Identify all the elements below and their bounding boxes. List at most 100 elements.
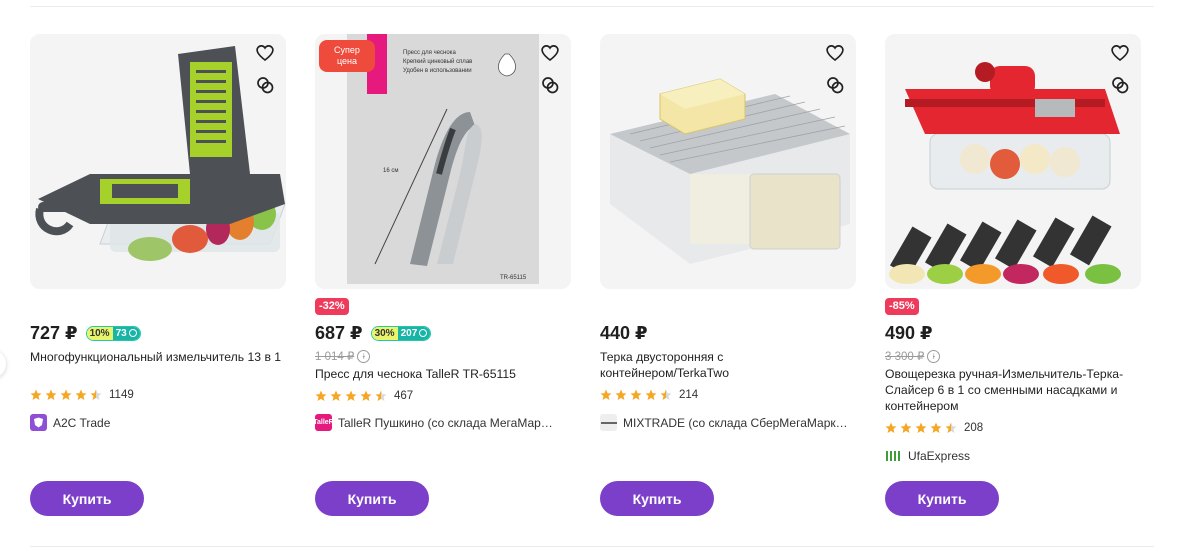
star-icon [600, 389, 612, 400]
image-model-text: TR-65115 [500, 275, 527, 281]
seller-logo [885, 447, 902, 464]
heart-icon [256, 45, 274, 62]
star-icon [615, 389, 627, 400]
star-icon [315, 390, 327, 401]
rating-stars [30, 389, 102, 401]
bonus-badge: 30% 207 [370, 325, 432, 341]
star-icon [660, 389, 672, 400]
product-card[interactable]: 16 см TR-65115 Пресс для чеснока Крепкий… [315, 34, 571, 534]
seller-logo [600, 414, 617, 431]
price-row: 727 ₽ 10% 73 [30, 321, 141, 345]
star-icon [930, 422, 942, 433]
bonus-amount-value: 207 [400, 327, 418, 339]
seller-logo [30, 414, 47, 431]
buy-button[interactable]: Купить [30, 481, 144, 516]
compare-button[interactable] [537, 72, 563, 98]
compare-icon [827, 77, 844, 94]
price: 490 ₽ [885, 322, 933, 343]
seller-name: A2C Trade [53, 415, 111, 430]
favorite-button[interactable] [537, 40, 563, 66]
price-row: 440 ₽ [600, 321, 648, 345]
coin-icon [419, 329, 428, 337]
seller[interactable]: UfaExpress [885, 447, 970, 464]
rating-stars [600, 389, 672, 401]
star-icon [360, 390, 372, 401]
price: 727 ₽ [30, 322, 78, 343]
rating-stars [885, 422, 957, 434]
image-badge-line-1: Супер [334, 45, 360, 55]
seller[interactable]: A2C Trade [30, 414, 110, 431]
star-icon [630, 389, 642, 400]
product-card[interactable]: 727 ₽ 10% 73 Многофункциональный измельч… [30, 34, 286, 534]
product-image[interactable]: 16 см TR-65115 Пресс для чеснока Крепкий… [315, 34, 571, 289]
product-card[interactable]: -85% 490 ₽ 3 300 ₽ i Овощерезка ручная-И… [885, 34, 1141, 534]
star-icon [60, 389, 72, 400]
product-title[interactable]: Пресс для чеснока TalleR TR-65115 [315, 366, 571, 382]
heart-icon [1111, 45, 1129, 62]
divider-bottom [30, 546, 1154, 547]
product-title[interactable]: Овощерезка ручная-Измельчитель-Терка-Сла… [885, 366, 1141, 414]
favorite-button[interactable] [1107, 40, 1133, 66]
star-icon [30, 389, 42, 400]
rating: 214 [600, 389, 698, 401]
bonus-percent: 30% [371, 326, 398, 340]
image-badge-line-2: цена [337, 56, 357, 66]
compare-button[interactable] [252, 72, 278, 98]
seller-name: MIXTRADE (со склада СберМегаМарк… [623, 415, 848, 430]
old-price: 3 300 ₽ i [885, 349, 941, 363]
star-icon [645, 389, 657, 400]
star-icon [345, 390, 357, 401]
rating: 467 [315, 390, 413, 402]
seller-name: TalleR Пушкино (со склада МегаМар… [338, 415, 553, 430]
bonus-amount: 73 [112, 326, 140, 340]
seller[interactable]: MIXTRADE (со склада СберМегаМарк… [600, 414, 848, 431]
star-icon [75, 389, 87, 400]
bonus-badge: 10% 73 [85, 325, 141, 341]
bonus-amount-value: 73 [115, 327, 127, 339]
star-icon [375, 390, 387, 401]
star-icon [330, 390, 342, 401]
buy-button[interactable]: Купить [885, 481, 999, 516]
product-image[interactable] [885, 34, 1141, 289]
product-card[interactable]: 440 ₽ Терка двусторонняя с контейнером/T… [600, 34, 856, 534]
product-image[interactable] [600, 34, 856, 289]
price: 440 ₽ [600, 322, 648, 343]
old-price-value: 1 014 ₽ [315, 351, 355, 363]
image-text-2: Крепкий цинковый сплав [403, 58, 472, 65]
favorite-button[interactable] [822, 40, 848, 66]
scroll-left-arrow[interactable] [0, 350, 6, 378]
price-row: 490 ₽ [885, 321, 933, 345]
old-price-value: 3 300 ₽ [885, 351, 925, 363]
seller[interactable]: TalleR TalleR Пушкино (со склада МегаМар… [315, 414, 553, 431]
discount-badge: -32% [315, 298, 349, 315]
rating-count: 1149 [109, 389, 134, 401]
compare-button[interactable] [822, 72, 848, 98]
compare-icon [1112, 77, 1129, 94]
compare-button[interactable] [1107, 72, 1133, 98]
discount-badge: -85% [885, 298, 919, 315]
seller-logo: TalleR [315, 414, 332, 431]
favorite-button[interactable] [252, 40, 278, 66]
star-icon [45, 389, 57, 400]
star-icon [915, 422, 927, 433]
old-price: 1 014 ₽ i [315, 349, 371, 363]
product-image[interactable] [30, 34, 286, 289]
rating-count: 467 [394, 390, 414, 402]
product-title[interactable]: Терка двусторонняя с контейнером/TerkaTw… [600, 349, 780, 381]
product-title[interactable]: Многофункциональный измельчитель 13 в 1 [30, 349, 286, 365]
buy-button[interactable]: Купить [600, 481, 714, 516]
rating-stars [315, 390, 387, 402]
star-icon [900, 422, 912, 433]
compare-icon [257, 77, 274, 94]
rating: 208 [885, 422, 983, 434]
compare-icon [542, 77, 559, 94]
rating: 1149 [30, 389, 134, 401]
heart-icon [826, 45, 844, 62]
buy-button[interactable]: Купить [315, 481, 429, 516]
price-row: 687 ₽ 30% 207 [315, 321, 432, 345]
bonus-amount: 207 [397, 326, 431, 340]
image-dimension-text: 16 см [383, 168, 398, 174]
info-icon[interactable]: i [357, 349, 371, 363]
info-icon[interactable]: i [927, 349, 941, 363]
rating-count: 214 [679, 389, 699, 401]
